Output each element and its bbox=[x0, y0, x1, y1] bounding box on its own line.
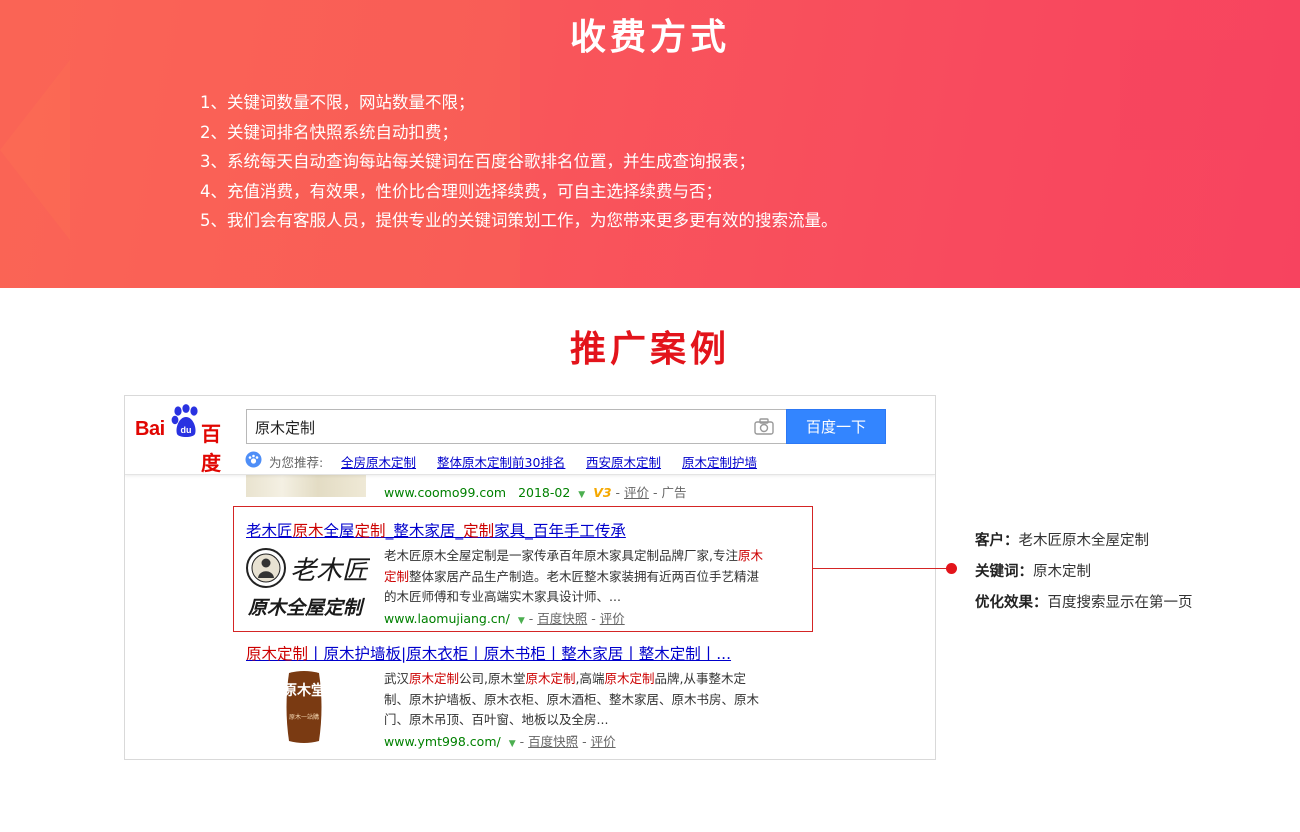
result-url-line: www.ymt998.com/ ▼ - 百度快照 - 评价 bbox=[384, 734, 616, 749]
laomujiang-logo[interactable]: 老木匠 原木全屋定制 bbox=[246, 546, 370, 622]
baidu-logo[interactable]: Bai du 百度 bbox=[135, 404, 239, 475]
suggestion-link[interactable]: 全房原木定制 bbox=[341, 452, 416, 471]
effect-row: 优化效果：百度搜索显示在第一页 bbox=[975, 595, 1193, 611]
serp-header: Bai du 百度 原木定制 百度一下 为您推荐: 全房原木定制 整体原木定制前… bbox=[125, 396, 935, 475]
search-input[interactable]: 原木定制 bbox=[246, 409, 786, 444]
svg-text:du: du bbox=[181, 425, 192, 435]
search-query: 原木定制 bbox=[255, 419, 316, 437]
suggestion-link[interactable]: 整体原木定制前30排名 bbox=[437, 452, 565, 471]
snapshot-link[interactable]: 百度快照 bbox=[528, 734, 578, 749]
pricing-item: 4、充值消费，有效果，性价比合理则选择续费，可自主选择续费与否； bbox=[200, 181, 722, 201]
result-url-line: www.laomujiang.cn/ ▼ - 百度快照 - 评价 bbox=[384, 611, 625, 626]
suggestion-link[interactable]: 西安原木定制 bbox=[586, 452, 661, 471]
title-segment: 丨原木护墙板|原木衣柜丨原木书柜丨整木家居丨整木定制丨... bbox=[308, 645, 732, 663]
title-highlight: 定制 bbox=[463, 522, 495, 540]
result-date: 2018-02 bbox=[518, 485, 571, 500]
ad-label: 广告 bbox=[661, 485, 687, 500]
result-url[interactable]: www.ymt998.com/ bbox=[384, 734, 501, 749]
camera-icon[interactable] bbox=[754, 418, 774, 435]
pricing-item: 5、我们会有客服人员，提供专业的关键词策划工作，为您带来更多更有效的搜索流量。 bbox=[200, 211, 838, 230]
svg-text:老木匠: 老木匠 bbox=[290, 556, 370, 586]
connector-line bbox=[812, 568, 948, 569]
pricing-item: 3、系统每天自动查询每站每关键词在百度谷歌排名位置，并生成查询报表； bbox=[200, 152, 755, 171]
yuanmutang-logo[interactable]: 原木堂 原木一站購 bbox=[283, 671, 325, 743]
title-segment: 家具_百年手工传承 bbox=[494, 522, 626, 540]
result-snippet: 武汉原木定制公司,原木堂原木定制,高端原木定制品牌,从事整木定 制、原木护墙板、… bbox=[384, 671, 760, 727]
result-url[interactable]: www.laomujiang.cn/ bbox=[384, 611, 510, 626]
v3-badge[interactable]: V3 bbox=[593, 485, 611, 500]
title-segment: 全屋 bbox=[323, 522, 355, 540]
case-info: 客户：老木匠原木全屋定制 关键词：原木定制 优化效果：百度搜索显示在第一页 bbox=[975, 526, 1193, 619]
title-highlight: 原木定制 bbox=[246, 645, 309, 663]
dropdown-arrow-icon[interactable]: ▼ bbox=[518, 616, 525, 626]
search-button[interactable]: 百度一下 bbox=[786, 409, 886, 444]
keyword-row: 关键词：原木定制 bbox=[975, 564, 1091, 580]
baidu-paw-icon: du bbox=[171, 404, 198, 437]
pricing-title: 收费方式 bbox=[569, 17, 730, 58]
paw-hint-icon bbox=[245, 451, 262, 468]
pricing-item: 2、关键词排名快照系统自动扣费； bbox=[200, 122, 458, 142]
dropdown-arrow-icon[interactable]: ▼ bbox=[509, 739, 516, 749]
result-snippet: 老木匠原木全屋定制是一家传承百年原木家具定制品牌厂家,专注原木 定制整体家居产品… bbox=[384, 548, 763, 604]
pricing-banner: 收费方式 1、关键词数量不限，网站数量不限； 2、关键词排名快照系统自动扣费； … bbox=[0, 0, 1300, 288]
suggest-label: 为您推荐: bbox=[269, 455, 324, 470]
case-title: 推广案例 bbox=[569, 329, 730, 370]
partial-result-meta: www.coomo99.com 2018-02 ▼ V3 - 评价 - 广告 bbox=[384, 485, 687, 500]
title-segment: _整木家居_ bbox=[385, 522, 464, 540]
review-link[interactable]: 评价 bbox=[600, 611, 625, 626]
baidu-logo-bai: Bai bbox=[135, 418, 165, 440]
svg-text:原木堂: 原木堂 bbox=[283, 682, 325, 699]
result-title-ymt[interactable]: 原木定制丨原木护墙板|原木衣柜丨原木书柜丨整木家居丨整木定制丨... bbox=[246, 642, 731, 664]
svg-text:原木全屋定制: 原木全屋定制 bbox=[247, 597, 366, 619]
title-segment: 老木匠 bbox=[246, 522, 293, 540]
svg-text:原木一站購: 原木一站購 bbox=[289, 713, 319, 721]
partial-result-thumbnail[interactable] bbox=[246, 475, 366, 497]
result-url[interactable]: www.coomo99.com bbox=[384, 485, 506, 500]
pricing-item: 1、关键词数量不限，网站数量不限； bbox=[200, 93, 475, 112]
review-link[interactable]: 评价 bbox=[591, 734, 616, 749]
dropdown-arrow-icon[interactable]: ▼ bbox=[578, 490, 585, 500]
title-highlight: 定制 bbox=[354, 522, 386, 540]
baidu-serp-screenshot: Bai du 百度 原木定制 百度一下 为您推荐: 全房原木定制 整体原木定制前… bbox=[124, 395, 936, 760]
suggestion-link[interactable]: 原木定制护墙 bbox=[682, 452, 757, 471]
title-highlight: 原木 bbox=[292, 522, 324, 540]
review-link[interactable]: 评价 bbox=[624, 485, 649, 500]
client-row: 客户：老木匠原木全屋定制 bbox=[975, 533, 1149, 549]
connector-dot bbox=[946, 563, 957, 574]
baidu-logo-du: 百度 bbox=[201, 424, 221, 475]
result-title-laomujiang[interactable]: 老木匠原木全屋定制_整木家居_定制家具_百年手工传承 bbox=[246, 519, 626, 541]
snapshot-link[interactable]: 百度快照 bbox=[537, 611, 587, 626]
pricing-list: 1、关键词数量不限，网站数量不限； 2、关键词排名快照系统自动扣费； 3、系统每… bbox=[200, 88, 838, 236]
